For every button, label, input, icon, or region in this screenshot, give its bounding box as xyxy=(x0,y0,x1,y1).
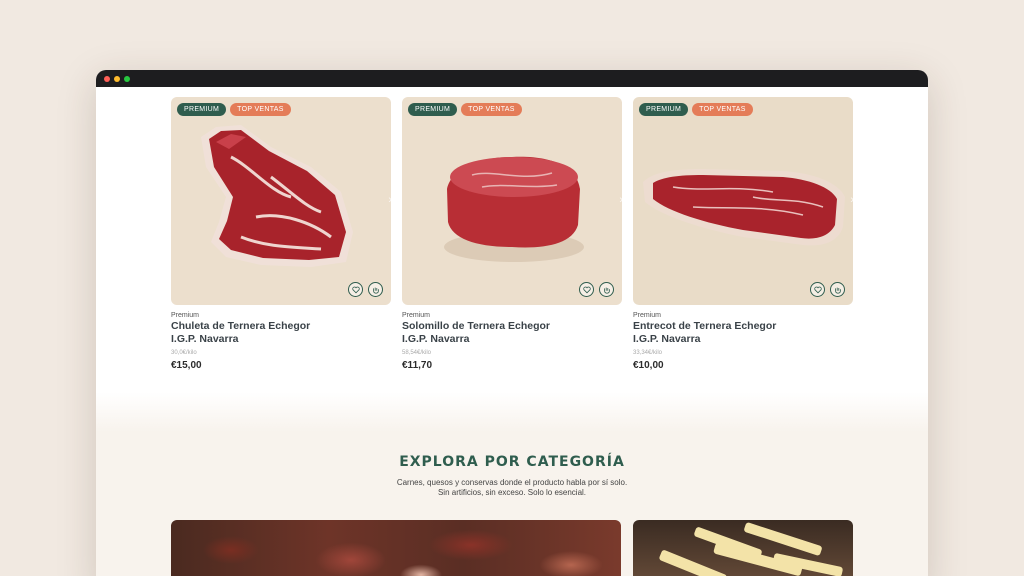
top-sales-badge: TOP VENTAS xyxy=(692,103,753,116)
product-name[interactable]: Solomillo de Ternera Echegor I.G.P. Nava… xyxy=(402,320,622,346)
product-image[interactable]: PREMIUM TOP VENTAS › xyxy=(633,97,853,305)
heart-icon[interactable] xyxy=(579,282,594,297)
price-per-kg: 33,34€/kilo xyxy=(633,350,663,356)
product-name-line-1[interactable]: Solomillo de Ternera Echegor xyxy=(402,320,622,333)
page-content: PREMIUM TOP VENTAS › Premium Chuleta de … xyxy=(96,87,928,576)
product-name-line-2[interactable]: I.G.P. Navarra xyxy=(171,333,391,346)
explore-subtitle-line-1: Carnes, quesos y conservas donde el prod… xyxy=(396,478,628,487)
tenderloin-image xyxy=(444,156,584,262)
product-actions xyxy=(348,282,383,297)
strip-steak-image xyxy=(643,169,845,246)
product-card[interactable]: PREMIUM TOP VENTAS › Premium Chuleta de … xyxy=(171,97,391,371)
product-name[interactable]: Chuleta de Ternera Echegor I.G.P. Navarr… xyxy=(171,320,391,346)
badge-group: PREMIUM TOP VENTAS xyxy=(639,103,753,116)
heart-icon[interactable] xyxy=(348,282,363,297)
price-per-kg: 30,0€/kilo xyxy=(171,350,197,356)
product-card[interactable]: PREMIUM TOP VENTAS › Premium Entrecot de… xyxy=(633,97,853,371)
product-category: Premium xyxy=(633,312,662,319)
product-price: €10,00 xyxy=(633,360,664,371)
cheese-wedge xyxy=(772,552,844,576)
hand-icon[interactable] xyxy=(830,282,845,297)
premium-badge: PREMIUM xyxy=(177,103,227,116)
product-category: Premium xyxy=(402,312,431,319)
heart-icon[interactable] xyxy=(810,282,825,297)
product-card[interactable]: PREMIUM TOP VENTAS › Premium Solomillo d… xyxy=(402,97,622,371)
badge-group: PREMIUM TOP VENTAS xyxy=(408,103,522,116)
chevron-right-icon[interactable]: › xyxy=(388,194,391,206)
window-titlebar xyxy=(96,70,928,87)
category-tile-cheeses[interactable] xyxy=(633,520,853,576)
explore-section-subtitle: Carnes, quesos y conservas donde el prod… xyxy=(96,478,928,498)
top-sales-badge: TOP VENTAS xyxy=(461,103,522,116)
product-name-line-1[interactable]: Chuleta de Ternera Echegor xyxy=(171,320,391,333)
top-sales-badge: TOP VENTAS xyxy=(230,103,291,116)
product-actions xyxy=(579,282,614,297)
minimize-window-button[interactable] xyxy=(114,76,120,82)
price-per-kg: 58,54€/kilo xyxy=(402,350,432,356)
product-price: €11,70 xyxy=(402,360,433,371)
product-name[interactable]: Entrecot de Ternera Echegor I.G.P. Navar… xyxy=(633,320,853,346)
product-category: Premium xyxy=(171,312,200,319)
badge-group: PREMIUM TOP VENTAS xyxy=(177,103,291,116)
browser-window: PREMIUM TOP VENTAS › Premium Chuleta de … xyxy=(96,70,928,576)
hand-icon[interactable] xyxy=(599,282,614,297)
explore-section-title: EXPLORA POR CATEGORÍA xyxy=(399,454,625,470)
product-name-line-1[interactable]: Entrecot de Ternera Echegor xyxy=(633,320,853,333)
close-window-button[interactable] xyxy=(104,76,110,82)
hand-icon[interactable] xyxy=(368,282,383,297)
product-actions xyxy=(810,282,845,297)
product-name-line-2[interactable]: I.G.P. Navarra xyxy=(402,333,622,346)
maximize-window-button[interactable] xyxy=(124,76,130,82)
category-tile-meats[interactable] xyxy=(171,520,621,576)
product-image[interactable]: PREMIUM TOP VENTAS › xyxy=(402,97,622,305)
product-price: €15,00 xyxy=(171,360,202,371)
premium-badge: PREMIUM xyxy=(639,103,689,116)
product-image[interactable]: PREMIUM TOP VENTAS › xyxy=(171,97,391,305)
chevron-right-icon[interactable]: › xyxy=(850,194,853,206)
product-name-line-2[interactable]: I.G.P. Navarra xyxy=(633,333,853,346)
explore-subtitle-line-2: Sin artificios, sin exceso. Solo lo esen… xyxy=(437,488,587,497)
chevron-right-icon[interactable]: › xyxy=(619,194,622,206)
ribeye-image xyxy=(201,125,353,267)
premium-badge: PREMIUM xyxy=(408,103,458,116)
